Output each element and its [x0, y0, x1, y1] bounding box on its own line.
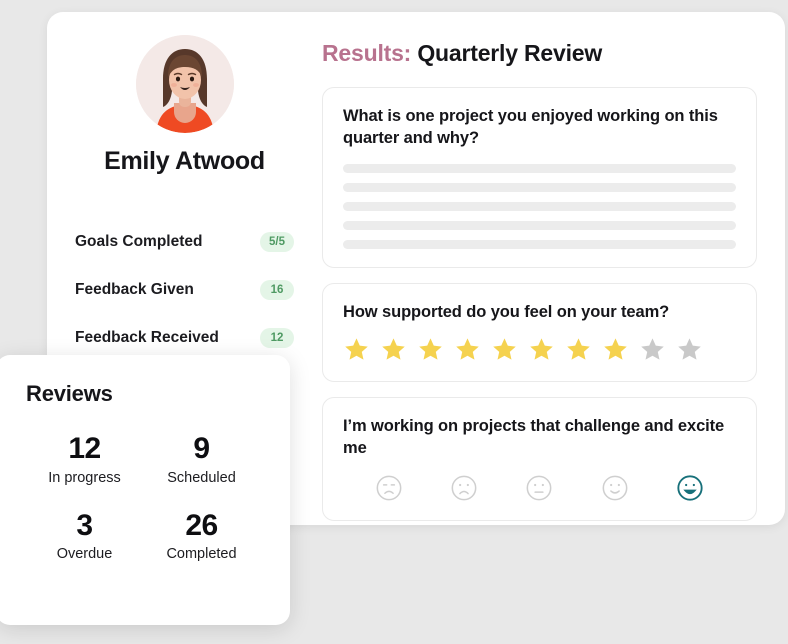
reviews-grid: 12 In progress 9 Scheduled 3 Overdue 26 …: [26, 433, 260, 562]
review-stat-value: 3: [76, 508, 93, 542]
review-stat-label: Completed: [166, 546, 237, 562]
question-text: What is one project you enjoyed working …: [343, 107, 718, 147]
reviews-card: Reviews 12 In progress 9 Scheduled 3 Ove…: [0, 355, 290, 625]
star-rating-group[interactable]: [343, 336, 736, 363]
results-column: Results: Quarterly Review What is one pr…: [322, 12, 785, 525]
star-filled-icon[interactable]: [380, 336, 407, 363]
avatar: [135, 35, 234, 133]
reviews-title: Reviews: [26, 381, 113, 406]
star-filled-icon[interactable]: [491, 336, 518, 363]
question-card-open-text: What is one project you enjoyed working …: [322, 87, 757, 268]
stat-label: Goals Completed: [75, 233, 203, 250]
stat-badge: 12: [260, 327, 294, 349]
stat-badge: 16: [260, 279, 294, 301]
face-unhappy-icon[interactable]: [450, 474, 478, 502]
review-stat-value: 9: [193, 432, 210, 465]
stat-label: Feedback Received: [75, 329, 219, 346]
page-title: Results: Quarterly Review: [322, 40, 757, 67]
skeleton-line: [343, 201, 736, 211]
face-neutral-icon[interactable]: [525, 474, 553, 502]
star-filled-icon[interactable]: [602, 336, 629, 363]
star-empty-icon[interactable]: [639, 336, 666, 363]
star-filled-icon[interactable]: [343, 336, 370, 363]
review-stat-completed: 26 Completed: [143, 508, 260, 562]
review-stat-label: In progress: [48, 469, 121, 486]
review-stat-in-progress: 12 In progress: [26, 433, 143, 486]
star-filled-icon[interactable]: [528, 336, 555, 363]
star-filled-icon[interactable]: [417, 336, 444, 363]
review-stat-label: Overdue: [56, 546, 113, 562]
question-card-emoji-scale: I’m working on projects that challenge a…: [322, 396, 757, 521]
emoji-scale-group[interactable]: [343, 474, 736, 502]
review-stat-value: 26: [185, 508, 218, 542]
avatar-wrapper: [47, 35, 322, 133]
user-avatar-illustration-icon: [135, 35, 234, 133]
review-stat-value: 12: [68, 432, 101, 465]
stat-row-goals-completed: Goals Completed 5/5: [75, 218, 294, 266]
page-title-prefix: Results:: [322, 40, 412, 66]
answer-skeleton-group: [343, 163, 736, 249]
skeleton-line: [343, 220, 736, 230]
profile-name: Emily Atwood: [104, 147, 265, 175]
stat-row-feedback-given: Feedback Given 16: [75, 266, 294, 314]
stat-label: Feedback Given: [75, 281, 194, 298]
stat-badge: 5/5: [260, 231, 294, 253]
face-very-happy-icon[interactable]: [676, 474, 704, 502]
skeleton-line: [343, 163, 736, 173]
profile-stats-list: Goals Completed 5/5 Feedback Given 16 Fe…: [47, 218, 322, 362]
skeleton-line: [343, 182, 736, 192]
page-title-main: Quarterly Review: [417, 40, 603, 66]
review-stat-scheduled: 9 Scheduled: [143, 433, 260, 486]
question-text: How supported do you feel on your team?: [343, 302, 670, 321]
skeleton-line: [343, 239, 736, 249]
star-filled-icon[interactable]: [565, 336, 592, 363]
question-text: I’m working on projects that challenge a…: [343, 416, 725, 457]
face-very-unhappy-icon[interactable]: [375, 474, 403, 502]
review-stat-label: Scheduled: [167, 469, 236, 486]
app-root: Emily Atwood Goals Completed 5/5 Feedbac…: [0, 0, 788, 644]
face-happy-icon[interactable]: [601, 474, 629, 502]
star-filled-icon[interactable]: [454, 336, 481, 363]
review-stat-overdue: 3 Overdue: [26, 508, 143, 562]
question-card-star-rating: How supported do you feel on your team?: [322, 282, 757, 382]
star-empty-icon[interactable]: [676, 336, 703, 363]
